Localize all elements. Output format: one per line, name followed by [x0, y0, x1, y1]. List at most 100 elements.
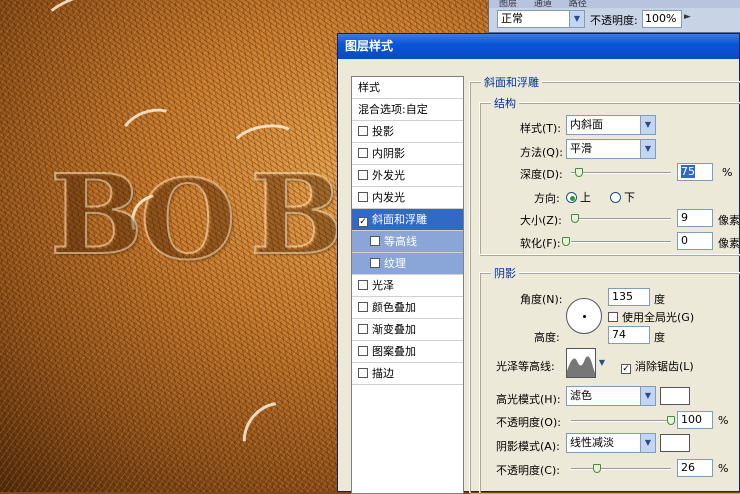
chevron-down-icon: ▼	[640, 387, 655, 405]
highlight-mode-label: 高光模式(H):	[496, 393, 561, 406]
highlight-opacity-slider-track[interactable]	[571, 420, 671, 422]
shadow-mode-select[interactable]: 线性减淡 ▼	[566, 433, 656, 453]
soften-slider-track[interactable]	[571, 241, 671, 243]
shadow-color-swatch[interactable]	[660, 434, 690, 452]
soften-unit: 像素	[718, 237, 740, 250]
anti-alias-label: 消除锯齿(L)	[635, 360, 694, 373]
size-slider-thumb[interactable]	[570, 214, 579, 223]
chevron-down-icon[interactable]: ▼	[598, 356, 606, 370]
style-item-label: 等高线	[384, 235, 417, 248]
bevel-style-value: 内斜面	[570, 118, 603, 131]
depth-slider-track[interactable]	[571, 172, 671, 174]
size-slider-track[interactable]	[571, 218, 671, 220]
style-item[interactable]: ✓ 斜面和浮雕	[352, 209, 463, 231]
direction-label: 方向:	[534, 192, 560, 205]
shadow-opacity-slider-track[interactable]	[571, 468, 671, 470]
shadow-opacity-label: 不透明度(C):	[496, 464, 560, 477]
style-item-label: 内阴影	[372, 147, 405, 160]
highlight-color-swatch[interactable]	[660, 387, 690, 405]
style-label: 样式(T):	[520, 122, 562, 135]
style-item[interactable]: 外发光	[352, 165, 463, 187]
layers-panel-tabs: 图层 通道 路径	[489, 0, 740, 8]
style-item[interactable]: 颜色叠加	[352, 297, 463, 319]
tab-paths[interactable]: 路径	[569, 0, 587, 8]
tab-channels[interactable]: 通道	[534, 0, 552, 8]
structure-title: 结构	[491, 95, 519, 111]
gloss-contour-picker[interactable]	[566, 348, 596, 378]
size-input[interactable]: 9	[677, 209, 713, 227]
soften-slider-thumb[interactable]	[562, 237, 570, 246]
style-item-label: 纹理	[384, 257, 406, 270]
style-item-label: 光泽	[372, 279, 394, 292]
highlight-opacity-input[interactable]: 100	[677, 411, 713, 429]
checkbox-unchecked-icon[interactable]	[370, 236, 380, 246]
depth-label: 深度(D):	[520, 168, 563, 181]
style-item[interactable]: 光泽	[352, 275, 463, 297]
angle-unit: 度	[654, 293, 665, 306]
canvas-curl-decoration	[36, 0, 174, 59]
altitude-input[interactable]: 74	[608, 326, 650, 344]
chevron-down-icon: ▼	[640, 116, 655, 134]
global-light-checkbox[interactable]: 使用全局光(G)	[608, 309, 694, 325]
style-item[interactable]: 纹理	[352, 253, 463, 275]
flyout-arrow-icon[interactable]: ►	[684, 12, 696, 26]
style-item-label: 投影	[372, 125, 394, 138]
depth-value: 75	[681, 165, 695, 178]
checkbox-unchecked-icon[interactable]	[358, 170, 368, 180]
direction-up-radio[interactable]: 上	[566, 189, 591, 205]
altitude-unit: 度	[654, 331, 665, 344]
highlight-mode-select[interactable]: 滤色 ▼	[566, 386, 656, 406]
shadow-mode-label: 阴影模式(A):	[496, 440, 560, 453]
checkbox-unchecked-icon[interactable]	[358, 192, 368, 202]
style-item[interactable]: 内阴影	[352, 143, 463, 165]
direction-down-label: 下	[624, 191, 635, 204]
opacity-input[interactable]: 100%	[642, 10, 682, 28]
blend-options-item[interactable]: 混合选项:自定	[352, 99, 463, 121]
checkbox-unchecked-icon[interactable]	[358, 126, 368, 136]
angle-input[interactable]: 135	[608, 288, 650, 306]
technique-select[interactable]: 平滑 ▼	[566, 139, 656, 159]
shadow-opacity-slider-thumb[interactable]	[593, 464, 601, 473]
checkbox-unchecked-icon[interactable]	[358, 368, 368, 378]
layer-style-dialog: 图层样式 样式 混合选项:自定 投影内阴影外发光 内发光 ✓ 斜面和浮雕等高线纹理光泽…	[337, 33, 740, 494]
highlight-opacity-slider-thumb[interactable]	[667, 416, 675, 425]
soften-input[interactable]: 0	[677, 232, 713, 250]
shadow-opacity-unit: %	[718, 462, 729, 475]
checkbox-checked-icon[interactable]: ✓	[358, 217, 368, 227]
checkbox-checked-icon: ✓	[621, 364, 631, 374]
angle-dial[interactable]	[566, 298, 602, 334]
style-item-label: 颜色叠加	[372, 301, 416, 314]
style-item[interactable]: 内发光	[352, 187, 463, 209]
style-item[interactable]: 投影	[352, 121, 463, 143]
checkbox-unchecked-icon[interactable]	[358, 148, 368, 158]
angle-label: 角度(N):	[520, 293, 563, 306]
direction-up-label: 上	[580, 191, 591, 204]
dialog-title: 图层样式	[338, 34, 739, 59]
shadow-opacity-input[interactable]: 26	[677, 459, 713, 477]
style-item[interactable]: 渐变叠加	[352, 319, 463, 341]
checkbox-unchecked-icon[interactable]	[358, 280, 368, 290]
checkbox-unchecked-icon[interactable]	[358, 324, 368, 334]
blend-mode-select[interactable]: 正常 ▼	[497, 10, 585, 28]
direction-down-radio[interactable]: 下	[610, 189, 635, 205]
soften-label: 软化(F):	[520, 237, 561, 250]
style-item[interactable]: 描边	[352, 363, 463, 385]
depth-slider-thumb[interactable]	[574, 168, 583, 177]
style-item[interactable]: 等高线	[352, 231, 463, 253]
tab-layers[interactable]: 图层	[499, 0, 517, 8]
style-list-header[interactable]: 样式	[352, 77, 463, 99]
highlight-opacity-unit: %	[718, 414, 729, 427]
style-list: 样式 混合选项:自定 投影内阴影外发光 内发光 ✓ 斜面和浮雕等高线纹理光泽颜色叠加渐…	[351, 76, 464, 494]
bevel-style-select[interactable]: 内斜面 ▼	[566, 115, 656, 135]
checkbox-unchecked-icon[interactable]	[358, 302, 368, 312]
checkbox-unchecked-icon[interactable]	[370, 258, 380, 268]
depth-input[interactable]: 75	[677, 163, 713, 181]
canvas-curl-decoration	[229, 388, 321, 482]
anti-alias-checkbox[interactable]: ✓ 消除锯齿(L)	[621, 358, 694, 374]
shadow-mode-value: 线性减淡	[570, 436, 614, 449]
checkbox-unchecked-icon[interactable]	[358, 346, 368, 356]
style-item[interactable]: 图案叠加	[352, 341, 463, 363]
style-item-label: 渐变叠加	[372, 323, 416, 336]
global-light-label: 使用全局光(G)	[622, 311, 695, 324]
size-label: 大小(Z):	[520, 214, 562, 227]
